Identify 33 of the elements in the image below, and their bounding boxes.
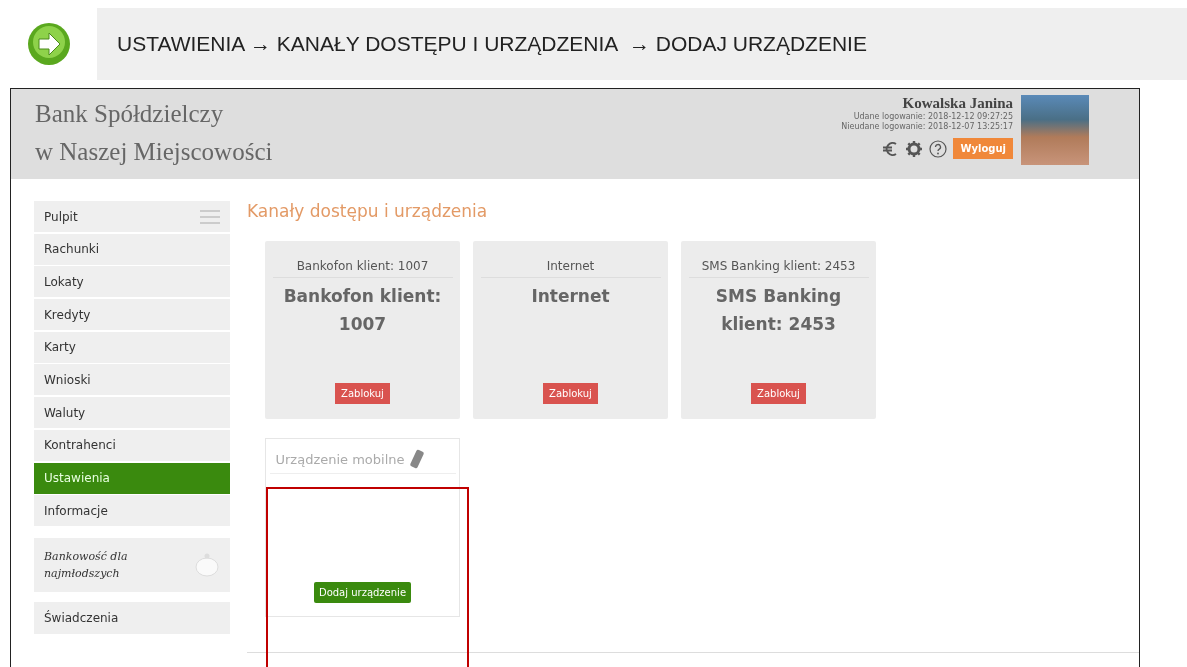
sidebar-item[interactable]: Karty: [34, 331, 230, 363]
sidebar-item[interactable]: Pulpit: [34, 201, 230, 232]
card-header: Internet: [480, 241, 661, 278]
bank-location: w Naszej Miejscowości: [35, 137, 273, 167]
add-device-button[interactable]: Dodaj urządzenie: [313, 582, 412, 603]
card-title: Bankofon klient: 1007: [282, 285, 443, 336]
block-button[interactable]: Zablokuj: [751, 383, 806, 404]
user-name: Kowalska Janina: [902, 95, 1013, 112]
card-header: Urządzenie mobilne: [275, 451, 405, 467]
sidebar-item[interactable]: Lokaty: [34, 266, 230, 298]
sidebar-item[interactable]: Waluty: [34, 397, 230, 429]
sidebar-item[interactable]: Wnioski: [34, 364, 230, 396]
block-button[interactable]: Zablokuj: [335, 383, 390, 404]
help-icon[interactable]: [929, 139, 948, 158]
sidebar-item[interactable]: Rachunki: [34, 233, 230, 265]
sidebar-item[interactable]: Świadczenia: [34, 601, 230, 634]
card-title: SMS Banking klient: 2453: [714, 285, 843, 336]
breadcrumb: USTAWIENIA → KANAŁY DOSTĘPU I URZĄDZENIA → DODAJ URZĄDZENIE: [117, 32, 867, 56]
sidebar-item[interactable]: Ustawienia: [34, 462, 230, 494]
page-title: Kanały dostępu i urządzenia: [247, 201, 489, 221]
failed-login: Nieudane logowanie: 2018-12-07 13:25:17: [841, 122, 1013, 132]
last-login: Udane logowanie: 2018-12-12 09:27:25: [853, 112, 1013, 122]
sidebar-item[interactable]: Informacje: [34, 495, 230, 527]
piggy-bank-icon: [194, 551, 220, 578]
card-title: Internet: [530, 285, 611, 308]
sidebar-item[interactable]: Kontrahenci: [34, 429, 230, 461]
card-header: SMS Banking klient: 2453: [688, 241, 869, 278]
block-button[interactable]: Zablokuj: [543, 383, 598, 404]
card-header: Bankofon klient: 1007: [272, 241, 453, 278]
settings-icon[interactable]: [905, 139, 924, 158]
photo-placeholder: [1021, 95, 1089, 165]
sidebar-item[interactable]: Kredyty: [34, 299, 230, 331]
bank-name: Bank Spółdzielczy: [35, 99, 225, 129]
